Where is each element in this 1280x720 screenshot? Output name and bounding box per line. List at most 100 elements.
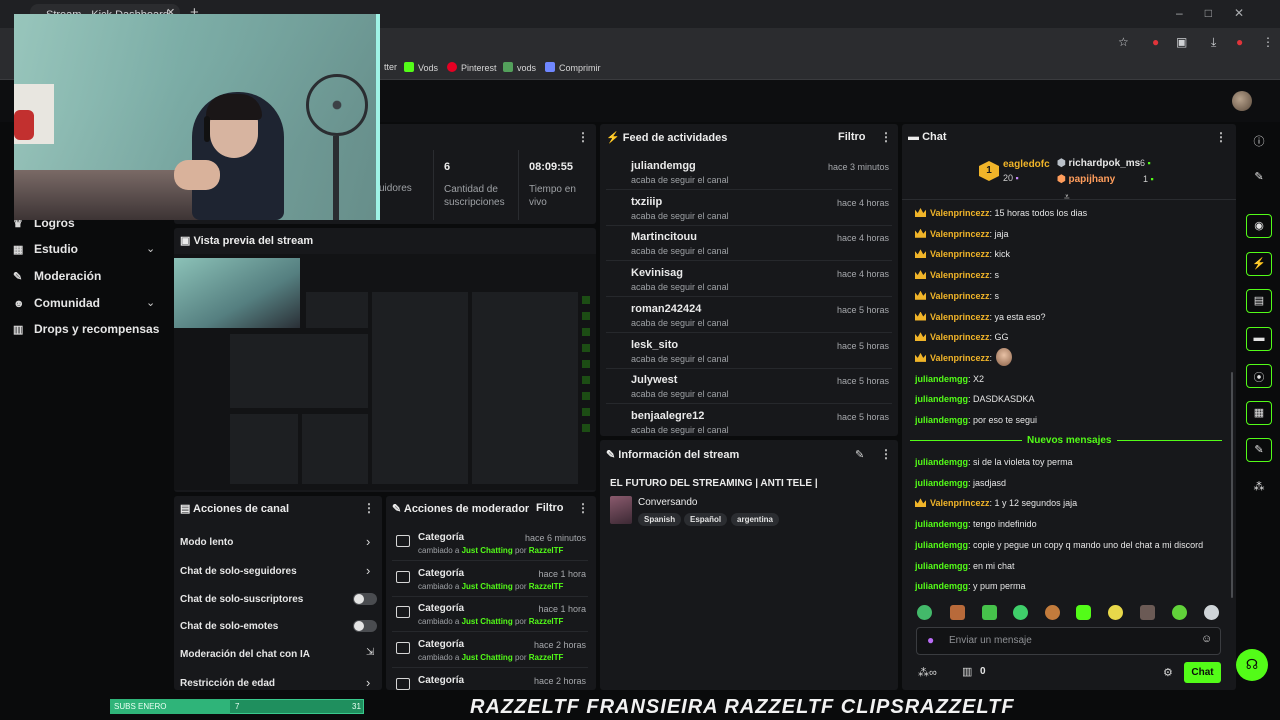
emote-icon[interactable] xyxy=(1204,605,1219,620)
help-icon[interactable]: ☊ xyxy=(1236,649,1268,681)
sidebar-item-comunidad[interactable]: ☻ Comunidad xyxy=(13,296,100,310)
chat-username[interactable]: juliandemgg xyxy=(915,581,968,591)
more-icon[interactable]: ⋮ xyxy=(1215,130,1227,144)
more-icon[interactable]: ⋮ xyxy=(880,447,892,461)
bolt-icon[interactable]: ⚡ xyxy=(1246,252,1272,276)
feed-user[interactable]: benjaalegre12 xyxy=(631,410,704,422)
emote-icon[interactable] xyxy=(1076,605,1091,620)
subs-only-toggle[interactable] xyxy=(353,593,377,605)
mic-icon[interactable]: ● xyxy=(927,633,934,647)
more-icon[interactable]: ⋮ xyxy=(880,130,892,144)
leader-first-user[interactable]: eagledofc xyxy=(1003,159,1050,170)
emote-icon[interactable] xyxy=(1013,605,1028,620)
followers-only-label[interactable]: Chat de solo-seguidores xyxy=(180,566,297,577)
chat-username[interactable]: juliandemgg xyxy=(915,457,968,467)
feed-user[interactable]: juliandemgg xyxy=(631,160,696,172)
mod-action-target[interactable]: Just Chatting xyxy=(462,653,513,662)
chevron-right-icon[interactable]: › xyxy=(366,534,370,549)
chat-username[interactable]: Valenprincezz xyxy=(930,291,990,301)
feed-user[interactable]: Kevinisag xyxy=(631,267,683,279)
chevron-right-icon[interactable]: › xyxy=(366,563,370,578)
collapse-icon[interactable]: ⩡ xyxy=(1064,192,1070,203)
wrench-icon[interactable]: ✎ xyxy=(1246,438,1272,462)
document-icon[interactable]: ▤ xyxy=(1246,289,1272,313)
chat-username[interactable]: Valenprincezz xyxy=(930,332,990,342)
emoji-icon[interactable]: ☺ xyxy=(1201,633,1212,645)
feed-filter-button[interactable]: Filtro xyxy=(838,131,866,143)
menu-icon[interactable]: ⋮ xyxy=(1262,35,1274,49)
chevron-right-icon[interactable]: › xyxy=(366,675,370,690)
emote-icon[interactable] xyxy=(950,605,965,620)
chat-scrollbar[interactable] xyxy=(1231,372,1233,598)
pencil-icon[interactable]: ✎ xyxy=(1246,166,1272,190)
mod-action-user[interactable]: RazzelTF xyxy=(529,546,564,555)
star-icon[interactable]: ☆ xyxy=(1118,35,1129,49)
more-icon[interactable]: ⋮ xyxy=(577,130,589,144)
bookmark-item[interactable]: vods xyxy=(503,62,536,73)
leader-second[interactable]: ⬢ richardpok_ms xyxy=(1057,158,1140,169)
tag[interactable]: Español xyxy=(684,513,728,526)
chat-username[interactable]: juliandemgg xyxy=(915,561,968,571)
chat-username[interactable]: Valenprincezz xyxy=(930,353,990,363)
more-icon[interactable]: ⋮ xyxy=(577,501,589,515)
chevron-down-icon[interactable]: ⌄ xyxy=(146,242,155,255)
more-icon[interactable]: ⋮ xyxy=(363,501,375,515)
feed-user[interactable]: Julywest xyxy=(631,374,677,386)
mod-action-target[interactable]: Just Chatting xyxy=(462,617,513,626)
chat-username[interactable]: Valenprincezz xyxy=(930,312,990,322)
feed-user[interactable]: txziiip xyxy=(631,196,662,208)
feed-user[interactable]: Martincitouu xyxy=(631,231,697,243)
mod-action-target[interactable]: Just Chatting xyxy=(462,546,513,555)
bookmark-item[interactable]: Comprimir xyxy=(545,62,601,73)
info-icon[interactable]: ⓘ xyxy=(1246,129,1272,153)
tag[interactable]: argentina xyxy=(731,513,780,526)
chat-username[interactable]: Valenprincezz xyxy=(930,498,990,508)
category-name[interactable]: Conversando xyxy=(638,497,697,508)
chat-username[interactable]: Valenprincezz xyxy=(930,229,990,239)
store-icon[interactable]: ▥ xyxy=(962,665,972,678)
chevron-down-icon[interactable]: ⌄ xyxy=(146,296,155,309)
leader-third[interactable]: ⬢ papijhany xyxy=(1057,174,1115,185)
sidebar-item-moderacion[interactable]: ✎ Moderación xyxy=(13,269,101,283)
extensions-icon[interactable]: ▣ xyxy=(1176,35,1187,49)
send-chat-button[interactable]: Chat xyxy=(1184,662,1221,683)
chat-username[interactable]: juliandemgg xyxy=(915,519,968,529)
chat-username[interactable]: juliandemgg xyxy=(915,415,968,425)
edit-icon[interactable]: ✎ xyxy=(855,448,864,461)
chat-username[interactable]: Valenprincezz xyxy=(930,249,990,259)
emote-icon[interactable] xyxy=(982,605,997,620)
community-icon[interactable]: ⁂ xyxy=(1246,476,1272,500)
slow-mode-label[interactable]: Modo lento xyxy=(180,537,233,548)
chat-username[interactable]: juliandemgg xyxy=(915,478,968,488)
user-avatar[interactable] xyxy=(1232,91,1252,111)
ai-moderation-label[interactable]: Moderación del chat con IA xyxy=(180,649,310,660)
sidebar-item-drops[interactable]: ▥ Drops y recompensas xyxy=(13,322,159,336)
mod-action-user[interactable]: RazzelTF xyxy=(529,617,564,626)
bookmark-item[interactable]: Pinterest xyxy=(447,62,497,73)
bookmark-item[interactable]: tter xyxy=(384,62,397,72)
chat-bubble-icon[interactable]: ▬ xyxy=(1246,327,1272,351)
external-link-icon[interactable]: ⇲ xyxy=(366,647,374,658)
chat-username[interactable]: juliandemgg xyxy=(915,374,968,384)
settings-icon[interactable]: ⚙ xyxy=(1163,666,1173,679)
emote-icon[interactable] xyxy=(1108,605,1123,620)
mod-action-user[interactable]: RazzelTF xyxy=(529,582,564,591)
emote-icon[interactable] xyxy=(1172,605,1187,620)
window-controls[interactable]: –□✕ xyxy=(1176,6,1266,20)
sidebar-item-estudio[interactable]: ▦ Estudio xyxy=(13,242,78,256)
bookmark-item[interactable]: Vods xyxy=(404,62,438,73)
age-restriction-label[interactable]: Restricción de edad xyxy=(180,678,275,689)
extension-icon[interactable]: ● xyxy=(1152,35,1159,49)
chat-username[interactable]: juliandemgg xyxy=(915,540,968,550)
emotes-only-toggle[interactable] xyxy=(353,620,377,632)
emote-icon[interactable] xyxy=(1045,605,1060,620)
emote-icon[interactable] xyxy=(917,605,932,620)
profile-icon[interactable]: ● xyxy=(1236,35,1243,49)
chat-username[interactable]: Valenprincezz xyxy=(930,208,990,218)
mod-action-user[interactable]: RazzelTF xyxy=(529,653,564,662)
feed-user[interactable]: lesk_sito xyxy=(631,339,678,351)
chat-username[interactable]: Valenprincezz xyxy=(930,270,990,280)
capture-icon[interactable]: ◉ xyxy=(1246,214,1272,238)
layers-icon[interactable]: ▦ xyxy=(1246,401,1272,425)
emote-icon[interactable] xyxy=(1140,605,1155,620)
